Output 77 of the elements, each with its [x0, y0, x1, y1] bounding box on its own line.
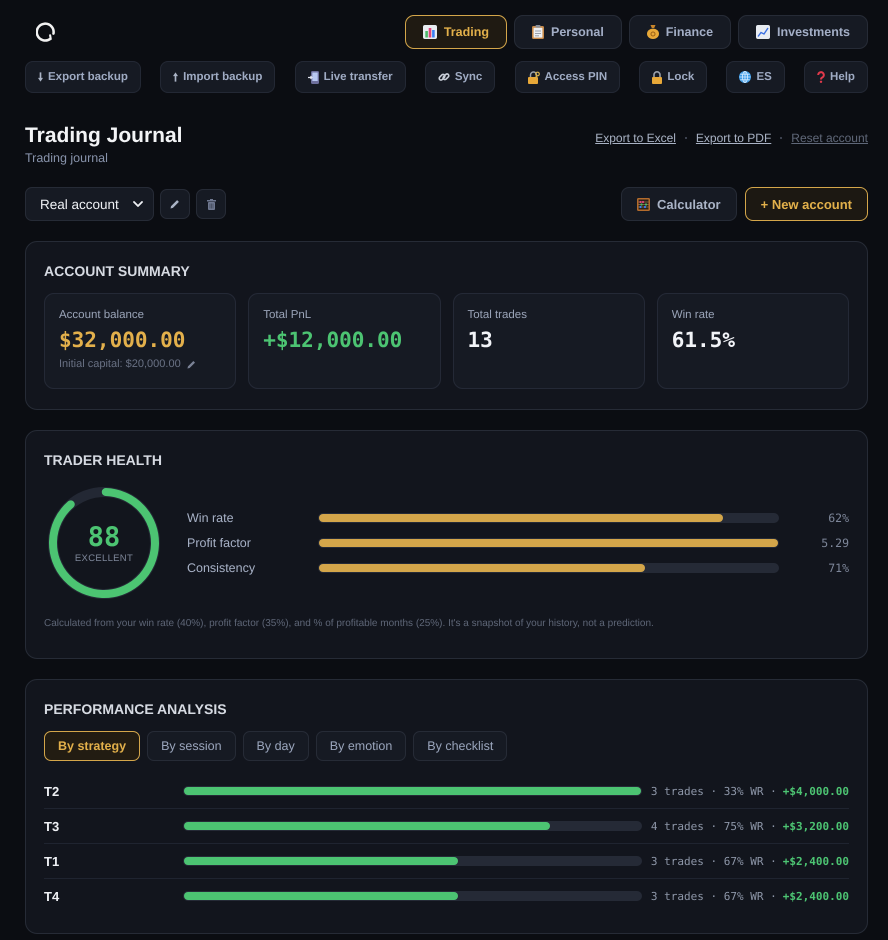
toolbar-button[interactable]: Import backup — [160, 61, 276, 93]
stat-label: Account balance — [59, 308, 146, 323]
stat-label: Total PnL — [263, 308, 312, 323]
strategy-name: T4 — [44, 888, 60, 904]
health-note: Calculated from your win rate (40%), profit factor (35%), and % of profitable months (25%). It's a snapshot of your history, not a prediction. — [44, 618, 655, 629]
toolbar-button[interactable]: Access PIN — [514, 61, 620, 93]
metric-value: 71% — [827, 561, 849, 575]
toolbar-button[interactable]: Help — [804, 61, 868, 93]
delete-button[interactable] — [196, 189, 226, 219]
toolbar-button[interactable]: Live transfer — [294, 61, 406, 93]
padlock-key-icon — [528, 70, 540, 84]
trash-icon — [206, 198, 216, 210]
bar-chart-icon — [422, 25, 437, 39]
metric-label: Profit factor — [187, 536, 252, 550]
analysis-tab[interactable]: By session — [147, 731, 236, 761]
stat-value: 61.5% — [672, 327, 736, 353]
phone-icon — [308, 70, 319, 84]
strategy-name: T1 — [44, 854, 60, 868]
section-title: TRADER HEALTH — [44, 451, 163, 469]
header-link[interactable]: Export to Excel — [595, 131, 676, 145]
strategy-stats: 3 trades · 33% WR · — [650, 784, 777, 798]
toolbar-button[interactable]: Export backup — [25, 61, 141, 93]
metric-value: 5.29 — [820, 536, 849, 550]
header-link[interactable]: Export to PDF — [696, 131, 772, 145]
question-mark-icon — [817, 71, 826, 83]
padlock-icon — [652, 70, 662, 84]
circular-arrow-icon[interactable] — [36, 22, 56, 42]
health-rating: EXCELLENT — [74, 552, 134, 564]
health-score: 88 — [88, 522, 120, 552]
strategy-pnl: +$3,200.00 — [782, 820, 849, 832]
stat-label: Total trades — [468, 308, 528, 323]
action-button[interactable]: + New account — [744, 187, 868, 221]
strategy-stats: 3 trades · 67% WR · — [650, 854, 777, 868]
strategy-pnl: +$2,400.00 — [782, 890, 849, 902]
stat-label: Win rate — [672, 308, 716, 323]
abacus-icon — [637, 198, 650, 210]
page-title: Trading Journal — [25, 123, 183, 149]
analysis-tab[interactable]: By checklist — [413, 731, 508, 761]
strategy-name: T3 — [44, 818, 60, 834]
analysis-tab[interactable]: By emotion — [316, 731, 406, 761]
strategy-pnl: +$4,000.00 — [782, 784, 849, 798]
toolbar-button[interactable]: Sync — [424, 61, 496, 93]
pencil-icon — [170, 199, 180, 209]
stat-value: $32,000.00 — [59, 327, 186, 353]
stat-value: 13 — [468, 327, 494, 353]
nav-tab[interactable]: Trading — [404, 15, 507, 49]
up-arrow-icon — [173, 72, 178, 82]
strategy-pnl: +$2,400.00 — [782, 854, 849, 868]
section-title: PERFORMANCE ANALYSIS — [44, 700, 228, 718]
line-chart-icon — [756, 25, 770, 39]
action-button[interactable]: Calculator — [621, 187, 737, 221]
chevron-down-icon — [133, 201, 143, 207]
nav-tab[interactable]: Finance — [628, 15, 732, 49]
nav-tab[interactable]: Personal — [514, 15, 622, 49]
metric-label: Win rate — [187, 511, 235, 525]
globe-icon — [739, 71, 752, 83]
account-select[interactable]: Real account — [25, 187, 154, 221]
stat-value: +$12,000.00 — [263, 327, 404, 353]
metric-label: Consistency — [187, 561, 256, 575]
stat-note: Initial capital: $20,000.00 — [59, 358, 181, 370]
strategy-name: T2 — [44, 784, 60, 798]
toolbar-button[interactable]: Lock — [639, 61, 708, 93]
clipboard-icon — [532, 25, 544, 39]
section-title: ACCOUNT SUMMARY — [44, 262, 191, 280]
down-arrow-icon — [38, 72, 43, 82]
money-bag-icon — [646, 25, 659, 39]
analysis-tab[interactable]: By day — [242, 731, 309, 761]
pencil-icon[interactable] — [186, 360, 196, 368]
strategy-stats: 3 trades · 67% WR · — [650, 890, 777, 902]
analysis-tab[interactable]: By strategy — [44, 731, 140, 761]
toolbar-button[interactable]: ES — [726, 61, 785, 93]
nav-tab[interactable]: Investments — [738, 15, 868, 49]
edit-button[interactable] — [160, 189, 190, 219]
metric-value: 62% — [827, 511, 849, 525]
strategy-stats: 4 trades · 75% WR · — [650, 820, 777, 832]
link-icon — [438, 71, 450, 83]
page-subtitle: Trading journal — [25, 151, 109, 165]
